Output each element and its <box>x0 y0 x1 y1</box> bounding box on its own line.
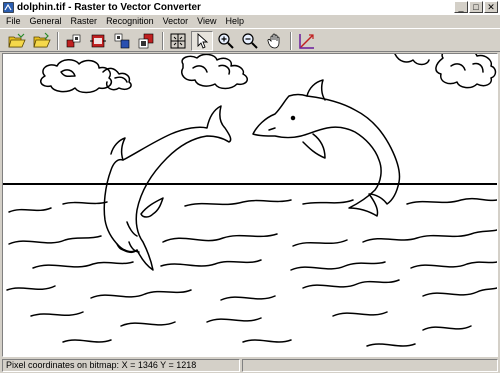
toolbar-separator <box>290 32 292 50</box>
open-folder-alt-icon <box>33 32 51 48</box>
title-bar[interactable]: dolphin.tif - Raster to Vector Converter… <box>0 0 500 15</box>
menu-view[interactable]: View <box>192 16 220 26</box>
zoom-out-icon <box>242 33 258 49</box>
pointer-button[interactable] <box>191 31 213 51</box>
menu-general[interactable]: General <box>25 16 66 26</box>
fit-view-icon <box>170 33 186 49</box>
toolbar <box>0 28 500 52</box>
raster-tool-4-icon <box>138 33 154 49</box>
menu-vector[interactable]: Vector <box>158 16 193 26</box>
status-bar: Pixel coordinates on bitmap: X = 1346 Y … <box>0 357 500 373</box>
app-window: dolphin.tif - Raster to Vector Converter… <box>0 0 500 373</box>
raster-tool-1-button[interactable] <box>63 31 85 51</box>
pan-hand-icon <box>267 33 280 49</box>
menu-file[interactable]: File <box>0 16 25 26</box>
zoom-out-button[interactable] <box>239 31 261 51</box>
status-coordinates: Pixel coordinates on bitmap: X = 1346 Y … <box>2 359 240 372</box>
raster-tool-1-icon <box>66 34 81 48</box>
toolbar-separator <box>162 32 164 50</box>
fit-view-button[interactable] <box>167 31 189 51</box>
open-button[interactable] <box>6 31 28 51</box>
raster-tool-3-button[interactable] <box>111 31 133 51</box>
minimize-button[interactable]: _ <box>454 1 468 13</box>
raster-tool-4-button[interactable] <box>135 31 157 51</box>
menu-raster[interactable]: Raster <box>66 16 102 26</box>
raster-tool-2-icon <box>90 34 106 48</box>
status-pane-empty <box>242 359 498 372</box>
raster-tool-2-button[interactable] <box>87 31 109 51</box>
drawing-canvas[interactable] <box>2 53 498 357</box>
menu-bar: File General Raster Recognition Vector V… <box>0 15 500 27</box>
toolbar-separator <box>57 32 59 50</box>
close-button[interactable]: ✕ <box>484 1 498 13</box>
pointer-icon <box>197 32 209 49</box>
zoom-in-button[interactable] <box>215 31 237 51</box>
dolphin-bitmap <box>3 54 497 347</box>
menu-help[interactable]: Help <box>220 16 248 26</box>
vectorize-button[interactable] <box>296 31 318 51</box>
maximize-button[interactable]: □ <box>469 1 483 13</box>
window-controls: _ □ ✕ <box>454 1 498 13</box>
open-alt-button[interactable] <box>31 31 53 51</box>
open-folder-icon <box>8 33 26 48</box>
zoom-in-icon <box>218 33 234 49</box>
raster-tool-3-icon <box>114 33 130 49</box>
window-title: dolphin.tif - Raster to Vector Converter <box>17 2 201 13</box>
vectorize-icon <box>299 34 314 49</box>
pan-button[interactable] <box>264 31 286 51</box>
app-icon <box>3 2 14 13</box>
menu-recognition[interactable]: Recognition <box>101 16 158 26</box>
